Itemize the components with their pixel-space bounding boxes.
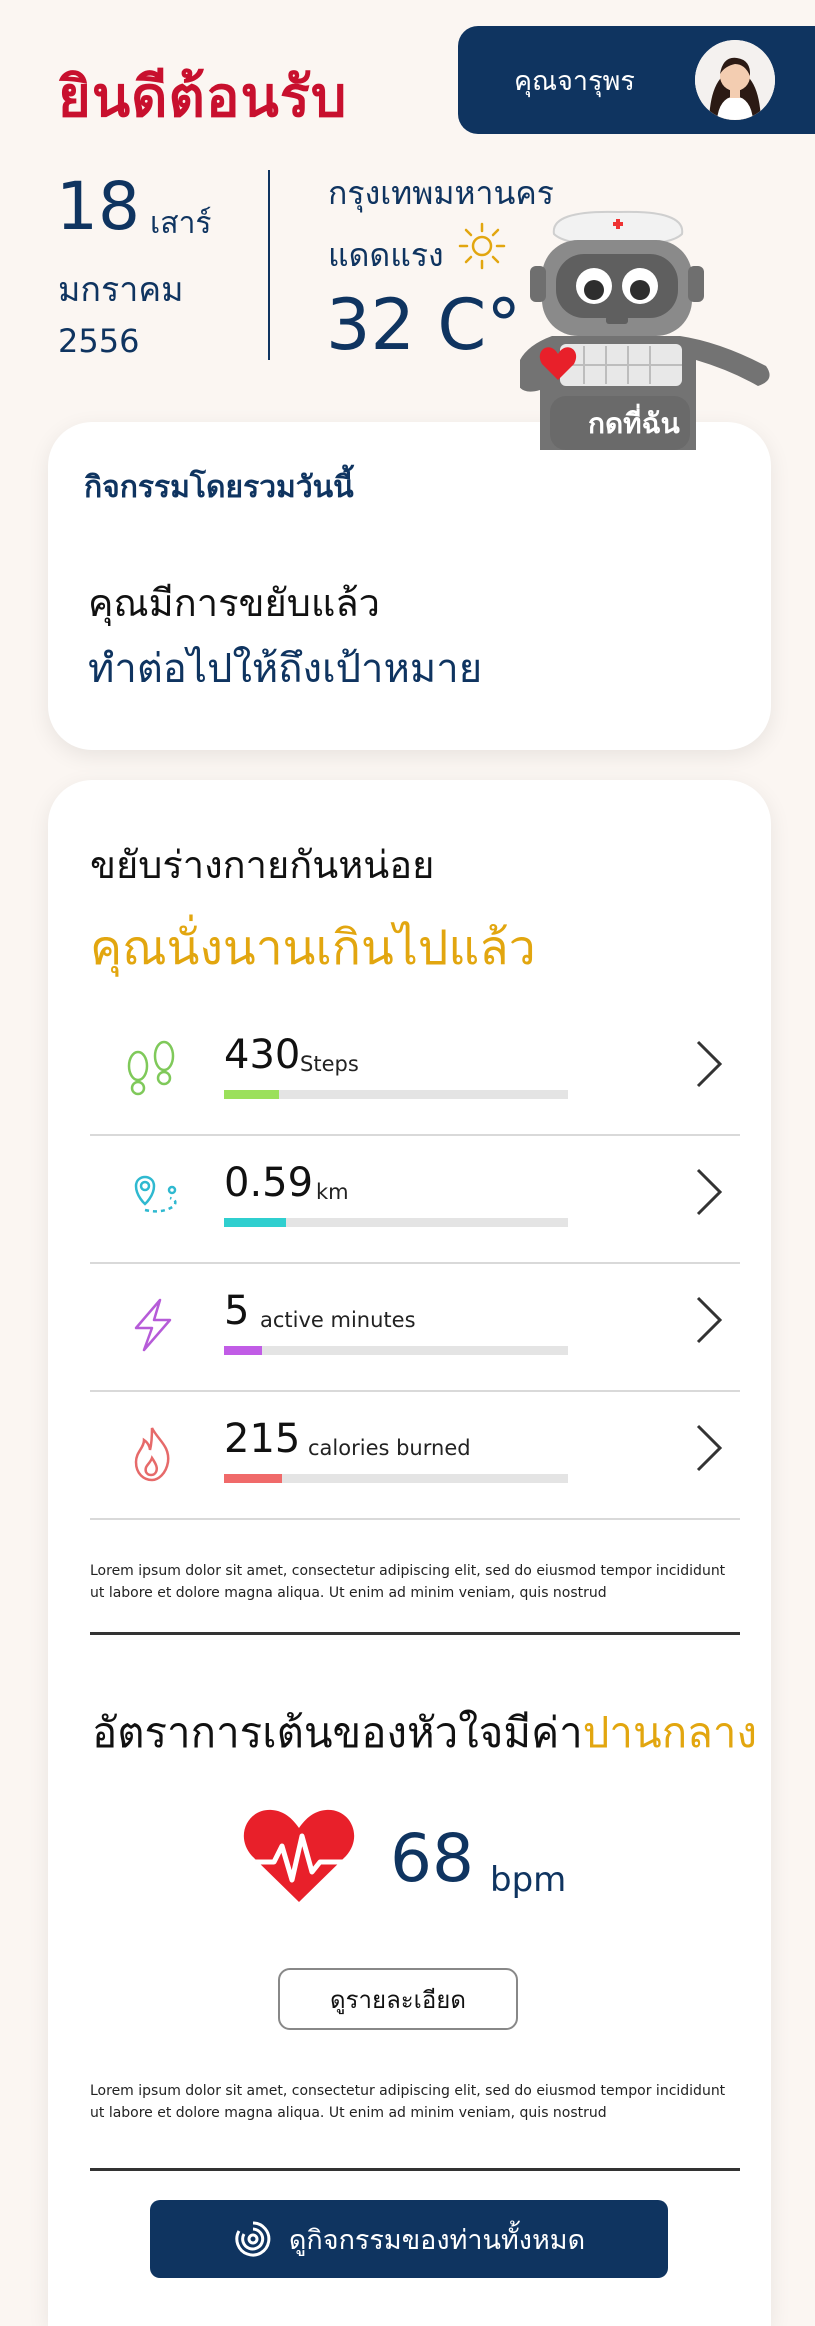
date-weather-divider — [268, 170, 270, 360]
date-month: มกราคม — [58, 270, 184, 310]
chevron-right-icon[interactable] — [694, 1294, 724, 1346]
heart-rate-value: 68 — [390, 1820, 474, 1897]
active-minutes-unit: active minutes — [260, 1308, 416, 1332]
heart-rate-title-prefix: อัตราการเต้นของหัวใจมีค่า — [92, 1708, 583, 1757]
activity-title: ขยับร่างกายกันหน่อย — [90, 843, 435, 887]
heart-pulse-icon — [240, 1806, 358, 1906]
lightning-icon — [122, 1292, 182, 1358]
steps-progress-fill — [224, 1090, 280, 1099]
date-year: 2556 — [58, 322, 140, 360]
avatar[interactable] — [695, 40, 775, 120]
view-all-activities-button[interactable]: ดูกิจกรรมของท่านทั้งหมด — [150, 2200, 668, 2278]
metric-row-active-minutes[interactable]: 5 active minutes — [90, 1264, 740, 1392]
heart-rate-divider — [90, 2168, 740, 2171]
daily-overview-card: กิจกรรมโดยรวมวันนี้ คุณมีการขยับแล้ว ทำต… — [48, 422, 771, 750]
activity-divider — [90, 1632, 740, 1635]
calories-unit: calories burned — [308, 1436, 471, 1460]
steps-value: 430 — [224, 1032, 301, 1078]
heart-rate-note: Lorem ipsum dolor sit amet, consectetur … — [90, 2083, 726, 2121]
activity-rings-icon — [235, 2221, 271, 2257]
calories-progress-track — [224, 1474, 568, 1483]
calories-value: 215 — [224, 1416, 301, 1462]
metric-row-calories[interactable]: 215 calories burned — [90, 1392, 740, 1520]
overview-encouragement: ทำต่อไปให้ถึงเป้าหมาย — [88, 646, 483, 692]
chevron-right-icon[interactable] — [694, 1422, 724, 1474]
view-details-button[interactable]: ดูรายละเอียด — [278, 1968, 518, 2030]
steps-unit: Steps — [300, 1052, 359, 1076]
chevron-right-icon[interactable] — [694, 1166, 724, 1218]
weather-condition: แดดแรง — [328, 236, 444, 274]
temperature: 32 C° — [326, 284, 522, 366]
active-minutes-progress-fill — [224, 1346, 262, 1355]
date-day: 18 — [56, 168, 140, 245]
user-name: คุณจารุพร — [514, 65, 635, 97]
distance-progress-track — [224, 1218, 568, 1227]
steps-progress-track — [224, 1090, 568, 1099]
welcome-title: ยินดีต้อนรับ — [58, 65, 348, 130]
metric-row-steps[interactable]: 430 Steps — [90, 1008, 740, 1136]
footsteps-icon — [122, 1036, 182, 1102]
sun-icon — [456, 220, 508, 272]
heart-rate-unit: bpm — [490, 1860, 567, 1900]
metric-row-distance[interactable]: 0.59 km — [90, 1136, 740, 1264]
activity-warning: คุณนั่งนานเกินไปแล้ว — [90, 920, 536, 976]
calories-progress-fill — [224, 1474, 283, 1483]
active-minutes-progress-track — [224, 1346, 568, 1355]
robot-label: กดที่ฉัน — [588, 407, 680, 440]
active-minutes-value: 5 — [224, 1288, 250, 1334]
overview-message: คุณมีการขยับแล้ว — [88, 581, 380, 625]
heart-rate-level: ปานกลาง — [582, 1708, 757, 1757]
distance-progress-fill — [224, 1218, 286, 1227]
route-pin-icon — [122, 1164, 182, 1230]
date-weekday: เสาร์ — [150, 206, 212, 241]
distance-unit: km — [316, 1180, 349, 1204]
distance-value: 0.59 — [224, 1160, 314, 1206]
activity-card: ขยับร่างกายกันหน่อย คุณนั่งนานเกินไปแล้ว… — [48, 780, 771, 2326]
view-all-activities-label: ดูกิจกรรมของท่านทั้งหมด — [288, 2224, 586, 2256]
activity-note: Lorem ipsum dolor sit amet, consectetur … — [90, 1563, 726, 1601]
heart-rate-title: อัตราการเต้นของหัวใจมีค่าปานกลาง — [92, 1700, 757, 1766]
overview-title: กิจกรรมโดยรวมวันนี้ — [84, 470, 354, 505]
chevron-right-icon[interactable] — [694, 1038, 724, 1090]
user-profile-button[interactable]: คุณจารุพร — [458, 26, 815, 134]
flame-icon — [122, 1420, 182, 1486]
